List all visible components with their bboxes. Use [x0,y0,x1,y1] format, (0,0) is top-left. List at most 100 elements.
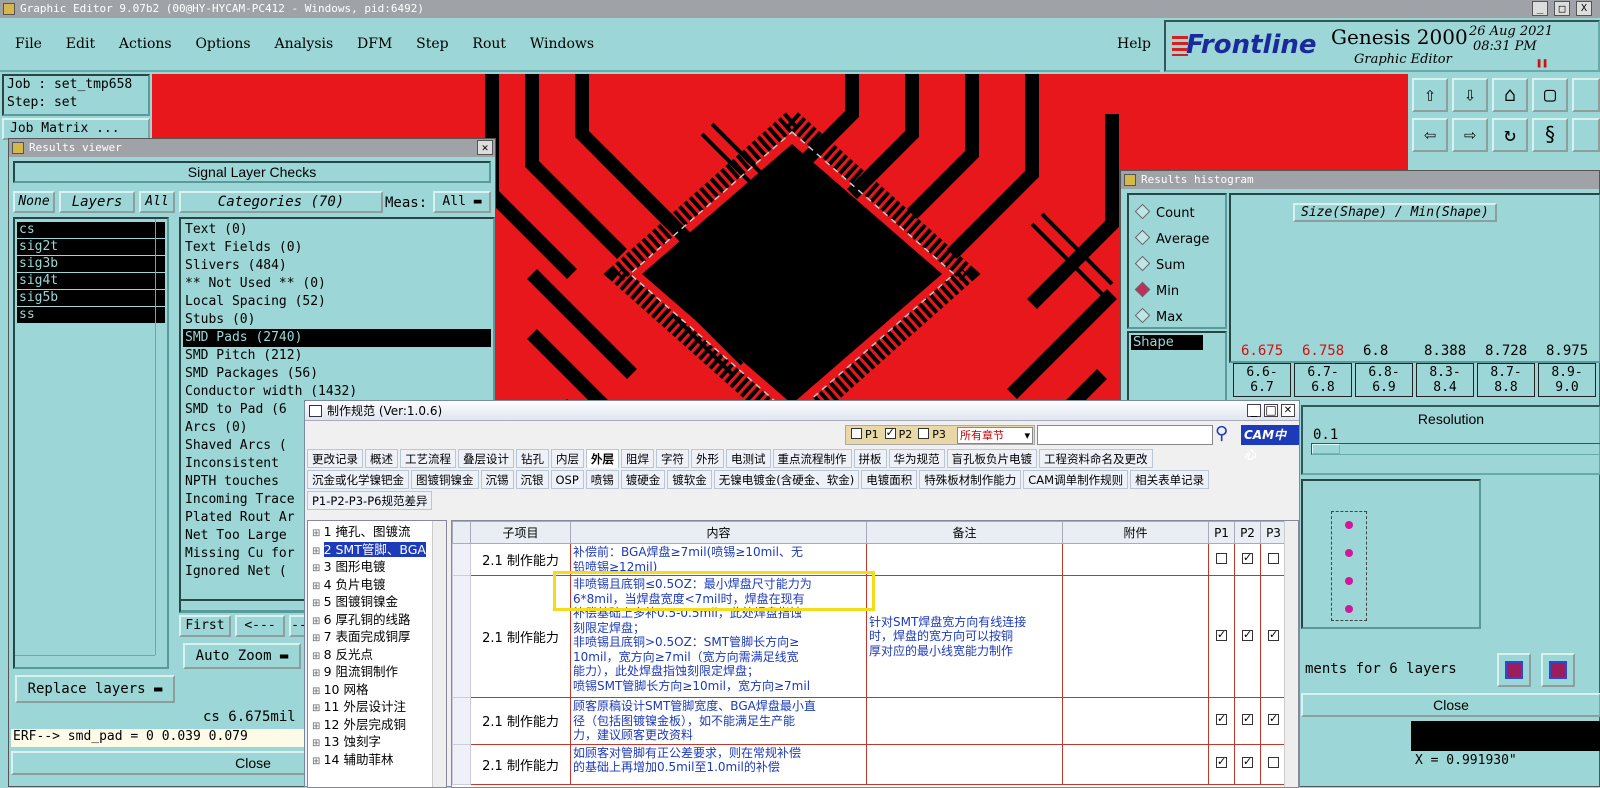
checkbox[interactable] [1242,551,1253,564]
tree-item[interactable]: ⊞ 13 蚀刻字 [312,733,446,751]
category-item[interactable]: Text (0) [183,221,491,239]
layer-item[interactable]: sig4t [17,273,165,289]
layers-button[interactable]: Layers [59,191,135,213]
radio-icon[interactable] [1134,255,1151,272]
tab-tabs-row1-4[interactable]: 钻孔 [516,449,549,468]
tab-tabs-row2-11[interactable]: CAM调单制作规则 [1023,470,1129,489]
expand-icon[interactable]: ⊞ [312,703,324,714]
spec-maximize[interactable]: □ [1264,404,1278,417]
expand-icon[interactable]: ⊞ [312,756,324,767]
tree-scrollbar[interactable] [432,521,446,787]
tab-tabs-row1-7[interactable]: 阻焊 [621,449,654,468]
layer-item[interactable]: sig5b [17,290,165,306]
checkbox[interactable] [918,428,930,439]
tool-button-5[interactable]: ⇦ [1412,118,1448,152]
spec-close[interactable]: ✕ [1281,404,1295,417]
tree-item[interactable]: ⊞ 3 图形电镀 [312,558,446,576]
expand-icon[interactable]: ⊞ [312,528,324,539]
menu-analysis[interactable]: Analysis [274,36,333,52]
tab-tabs-row2-5[interactable]: 喷锡 [585,470,619,489]
checkbox[interactable] [1242,628,1253,641]
close-window-button[interactable]: X [1576,1,1592,16]
category-item[interactable]: Local Spacing (52) [183,293,491,311]
radio-icon[interactable] [1134,281,1151,298]
tab-tabs-row1-13[interactable]: 华为规范 [888,449,945,468]
menu-actions[interactable]: Actions [119,36,172,52]
tab-tabs-row1-6[interactable]: 外层 [586,449,619,468]
tab-tabs-row1-0[interactable]: 更改记录 [307,449,363,468]
tab-tabs-row3-0[interactable]: P1-P2-P3-P6规范差异 [307,491,433,510]
tool-button-8[interactable]: § [1532,118,1568,152]
categories-button[interactable]: Categories (70) [179,191,383,213]
tree-item[interactable]: ⊞ 1 掩孔、图镀流 [312,523,446,541]
expand-icon[interactable]: ⊞ [312,721,324,732]
tool-button-4[interactable]: ▢ [1532,78,1568,112]
checkbox[interactable] [1268,552,1279,564]
shape-item[interactable]: Shape [1131,335,1203,350]
all-button[interactable]: All [139,191,175,213]
tab-tabs-row1-8[interactable]: 字符 [656,449,689,468]
tab-tabs-row2-9[interactable]: 电镀面积 [861,470,918,489]
expand-icon[interactable]: ⊞ [312,651,324,662]
expand-icon[interactable]: ⊞ [312,738,324,749]
tree-item[interactable]: ⊞ 14 辅助菲林 [312,751,446,769]
measure-option[interactable]: Average [1134,227,1225,253]
histogram-close-button[interactable]: Close [1301,693,1600,717]
menu-step[interactable]: Step [416,36,448,52]
tab-tabs-row1-9[interactable]: 外形 [691,449,724,468]
expand-icon[interactable]: ⊞ [312,581,324,592]
expand-icon[interactable]: ⊞ [312,616,324,627]
menu-dfm[interactable]: DFM [357,36,392,52]
expand-icon[interactable]: ⊞ [312,598,324,609]
tab-tabs-row1-12[interactable]: 拼板 [853,449,887,468]
tab-tabs-row1-15[interactable]: 工程资料命名及更改 [1039,449,1153,468]
tab-tabs-row2-4[interactable]: OSP [550,470,584,489]
hist-button-1[interactable] [1497,653,1531,687]
slider-thumb[interactable] [1312,444,1340,454]
chapter-select[interactable]: 所有章节 ▾ [957,427,1033,444]
tab-tabs-row2-2[interactable]: 沉锡 [480,470,514,489]
category-item[interactable]: Text Fields (0) [183,239,491,257]
radio-icon[interactable] [1134,229,1151,246]
checkbox[interactable] [1242,712,1253,725]
spec-minimize[interactable]: _ [1247,404,1261,417]
checkbox[interactable] [1216,628,1227,641]
tab-tabs-row2-3[interactable]: 沉银 [515,470,549,489]
category-item[interactable]: SMD Packages (56) [183,365,491,383]
layers-hscroll[interactable] [15,655,155,667]
category-item[interactable]: Stubs (0) [183,311,491,329]
tree-panel[interactable]: ⊞ 1 掩孔、图镀流 ⊞ 2 SMT管脚、BGA ⊞ 3 图形电镀 ⊞ 4 负片电镀 ⊞… [307,520,447,788]
layer-item[interactable]: sig3b [17,256,165,272]
checkbox[interactable] [1268,757,1279,768]
menu-edit[interactable]: Edit [66,36,95,52]
expand-icon[interactable]: ⊞ [312,686,324,697]
tab-tabs-row1-3[interactable]: 叠层设计 [458,449,514,468]
checkbox[interactable] [1242,755,1253,768]
measure-option[interactable]: Min [1134,279,1225,305]
tree-item[interactable]: ⊞ 5 图镀铜镍金 [312,593,446,611]
table-scrollbar[interactable] [1284,521,1298,787]
tab-tabs-row1-2[interactable]: 工艺流程 [400,449,456,468]
checkbox[interactable] [1268,712,1279,725]
measure-option[interactable]: Count [1134,201,1225,227]
tab-tabs-row2-12[interactable]: 相关表单记录 [1130,470,1210,489]
measure-option[interactable]: Max [1134,305,1225,331]
layers-list[interactable]: cs sig2t sig3b sig4t sig5b ss [13,217,169,669]
auto-zoom-button[interactable]: Auto Zoom ▬ [183,643,301,669]
checkbox[interactable] [1216,755,1227,768]
tree-item[interactable]: ⊞ 10 网格 [312,681,446,699]
category-item[interactable]: SMD Pitch (212) [183,347,491,365]
tool-button-3[interactable]: ⌂ [1492,78,1528,112]
p-filter-p1[interactable]: P1 [851,428,879,441]
resolution-slider[interactable] [1311,443,1600,455]
menu-rout[interactable]: Rout [472,36,506,52]
results-viewer-close-icon[interactable]: ✕ [477,140,493,155]
tab-tabs-row2-6[interactable]: 镀硬金 [620,470,666,489]
tree-item[interactable]: ⊞ 12 外层完成铜 [312,716,446,734]
search-icon[interactable]: ⚲ [1215,423,1239,447]
hist-button-2[interactable] [1541,653,1575,687]
table-row[interactable]: 2.1 制作能力 顾客原稿设计SMT管脚宽度、BGA焊盘最小直 径（包括图镀镍金板）… [452,697,1287,745]
tab-tabs-row1-1[interactable]: 概述 [365,449,398,468]
menu-help[interactable]: Help [1117,36,1151,52]
tree-item[interactable]: ⊞ 6 厚孔铜的线路 [312,611,446,629]
